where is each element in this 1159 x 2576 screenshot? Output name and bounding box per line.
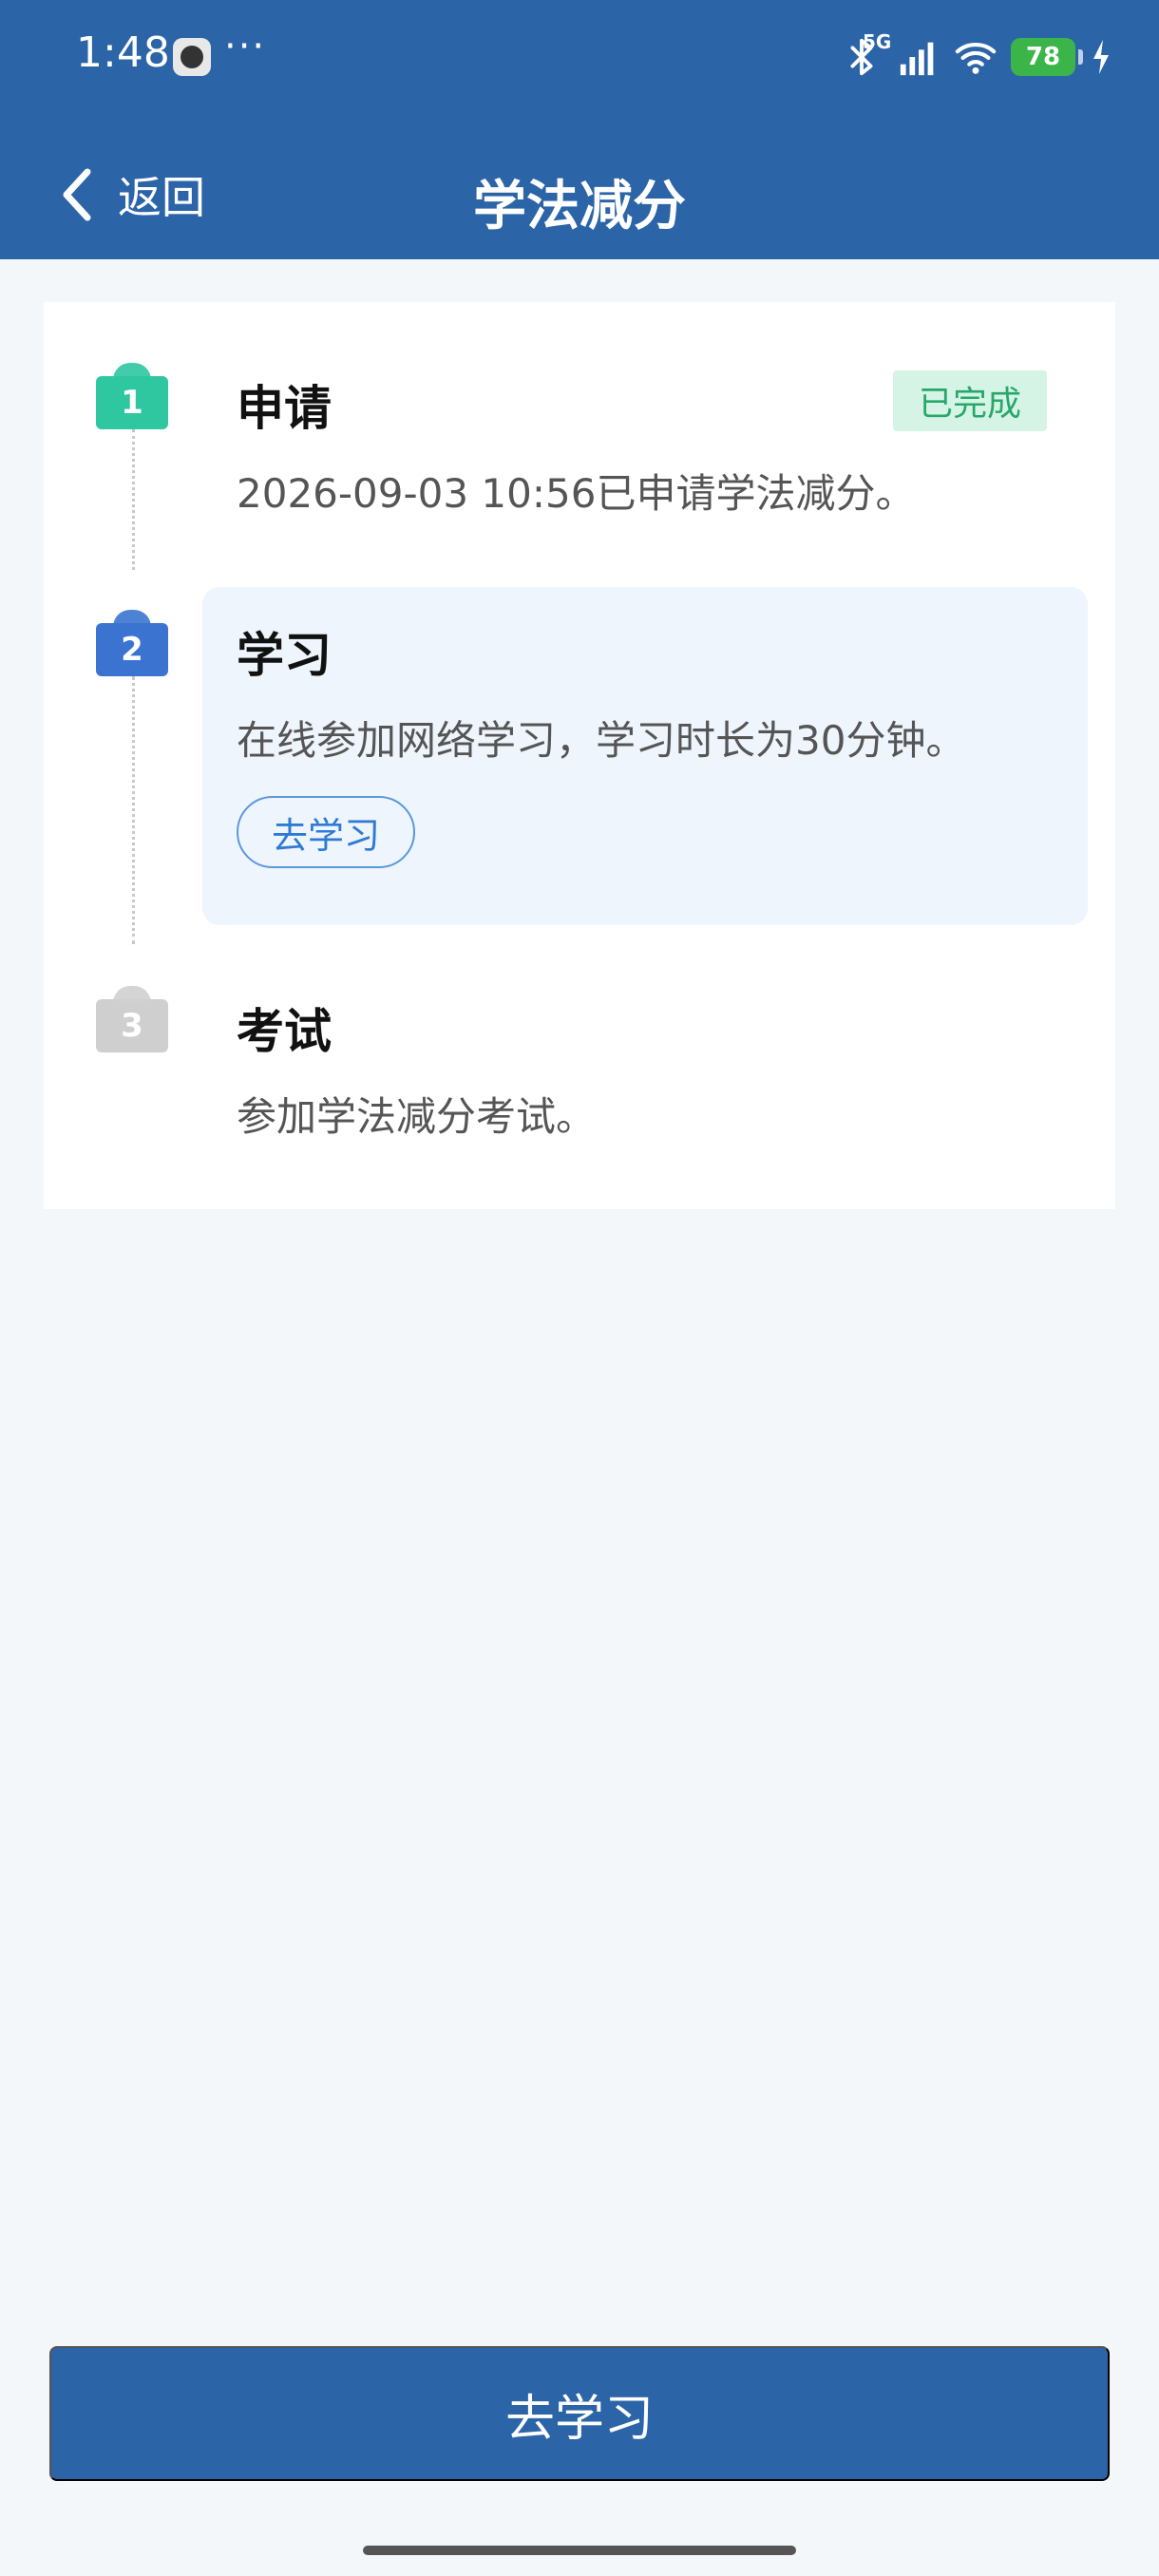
step-1-badge: 1 (96, 363, 168, 429)
step-connector (132, 676, 135, 944)
status-time: 1:48 (76, 28, 170, 77)
progress-card: 1 申请 已完成 2026-09-03 10:56已申请学法减分。 2 学习 在… (44, 302, 1115, 1209)
more-dots-icon: ··· (224, 25, 267, 68)
start-study-pill-button[interactable]: 去学习 (237, 796, 415, 868)
step-2-description: 在线参加网络学习，学习时长为30分钟。 (237, 717, 966, 764)
status-bar: 1:48 ··· 5G 78 (0, 0, 1159, 114)
wifi-icon (955, 42, 997, 74)
step-1-description: 2026-09-03 10:56已申请学法减分。 (237, 470, 916, 517)
app-icon (173, 38, 211, 76)
home-indicator[interactable] (363, 2546, 796, 2555)
signal-icon (900, 42, 934, 76)
bluetooth-icon (850, 38, 873, 76)
battery-icon: 78 (1011, 38, 1083, 76)
step-3-badge: 3 (96, 986, 168, 1052)
battery-level: 78 (1025, 43, 1061, 71)
step-3-description: 参加学法减分考试。 (237, 1093, 597, 1140)
step-connector (132, 429, 135, 570)
page-title: 学法减分 (473, 176, 686, 237)
step-3-title: 考试 (237, 1004, 332, 1059)
status-badge: 已完成 (893, 370, 1047, 431)
step-1-title: 申请 (237, 381, 332, 436)
header-bar: 1:48 ··· 5G 78 返回 学法减分 (0, 0, 1159, 259)
step-2-badge: 2 (96, 610, 168, 676)
status-icons: 78 (840, 28, 1113, 85)
step-2-title: 学习 (237, 628, 332, 683)
navigation-bar: 返回 学法减分 (0, 142, 1159, 247)
start-study-button[interactable]: 去学习 (49, 2346, 1110, 2481)
charging-icon (1093, 40, 1109, 74)
